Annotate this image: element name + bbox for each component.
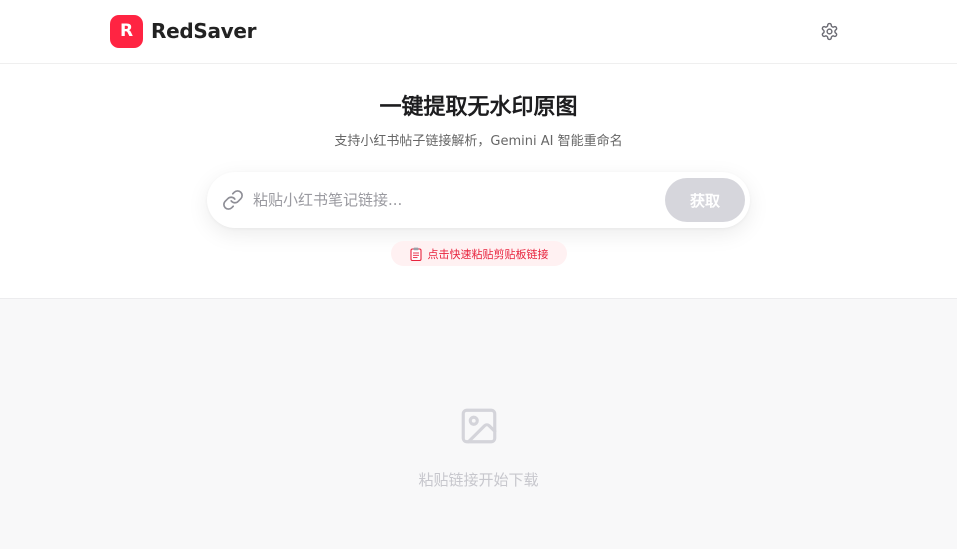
clipboard-icon [409, 247, 422, 261]
fetch-button[interactable]: 获取 [665, 178, 745, 222]
settings-button[interactable] [817, 19, 841, 43]
paste-clipboard-label: 点击快速粘贴剪贴板链接 [427, 247, 549, 261]
hero-section: 一键提取无水印原图 支持小红书帖子链接解析，Gemini AI 智能重命名 获取… [0, 64, 957, 299]
image-icon [461, 408, 497, 444]
logo-mark: R [110, 14, 143, 48]
page-title: 一键提取无水印原图 [379, 95, 578, 120]
empty-state-message: 粘贴链接开始下载 [418, 471, 539, 489]
gear-icon [821, 22, 837, 40]
link-input[interactable] [253, 184, 653, 216]
search-bar: 获取 [207, 172, 750, 228]
top-bar: R RedSaver [0, 0, 957, 64]
link-icon [223, 190, 243, 210]
paste-clipboard-button[interactable]: 点击快速粘贴剪贴板链接 [391, 241, 567, 266]
app-logo[interactable]: R RedSaver [110, 14, 257, 48]
page-subtitle: 支持小红书帖子链接解析，Gemini AI 智能重命名 [334, 134, 623, 149]
app-name: RedSaver [151, 19, 257, 43]
